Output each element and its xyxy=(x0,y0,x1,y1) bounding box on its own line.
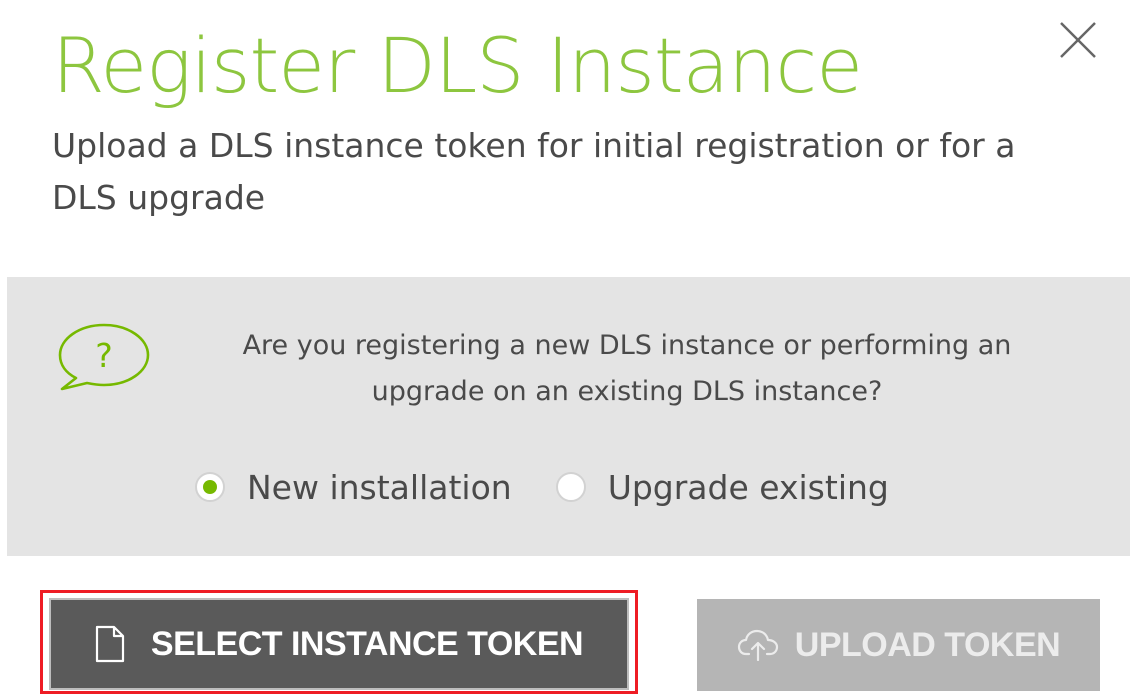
upload-token-button[interactable]: UPLOAD TOKEN xyxy=(697,599,1100,691)
radio-new-installation-label: New installation xyxy=(247,467,512,507)
radio-upgrade-existing-label: Upgrade existing xyxy=(607,467,889,507)
dialog-title: Register DLS Instance xyxy=(52,21,863,110)
install-type-question: Are you registering a new DLS instance o… xyxy=(242,330,1012,407)
radio-circle-selected xyxy=(195,472,225,502)
question-bubble-icon: ? xyxy=(58,323,150,391)
select-instance-token-label: SELECT INSTANCE TOKEN xyxy=(150,624,584,663)
radio-upgrade-existing[interactable]: Upgrade existing xyxy=(555,467,889,507)
cloud-upload-icon xyxy=(737,629,778,661)
svg-text:?: ? xyxy=(95,336,113,375)
radio-circle-unselected xyxy=(555,472,586,502)
select-instance-token-button[interactable]: SELECT INSTANCE TOKEN xyxy=(49,598,629,690)
close-button[interactable] xyxy=(1056,18,1100,62)
file-icon xyxy=(95,625,125,663)
upload-token-label: UPLOAD TOKEN xyxy=(794,625,1061,664)
install-type-radio-group: New installation Upgrade existing xyxy=(195,464,933,510)
install-type-panel: ? Are you registering a new DLS instance… xyxy=(7,277,1130,556)
radio-new-installation[interactable]: New installation xyxy=(195,468,512,507)
dialog-subtitle: Upload a DLS instance token for initial … xyxy=(52,126,1016,217)
radio-selected-dot xyxy=(203,480,217,494)
register-dls-dialog: Register DLS Instance Upload a DLS insta… xyxy=(0,0,1130,694)
close-icon xyxy=(1060,22,1096,58)
